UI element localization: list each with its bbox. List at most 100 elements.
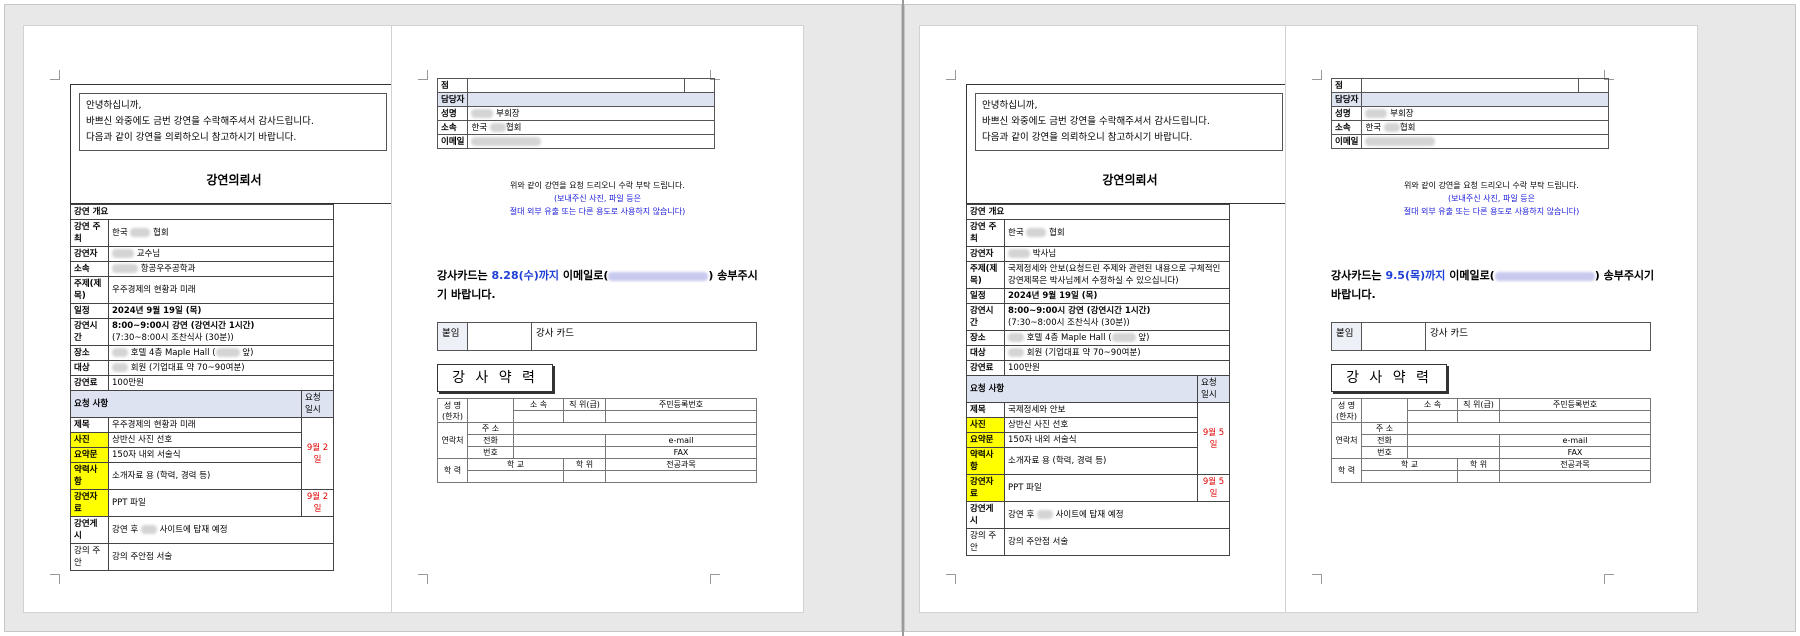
- cell[interactable]: [1499, 410, 1651, 423]
- photo-value[interactable]: 상반신 사진 선호: [1004, 417, 1198, 433]
- cell[interactable]: [467, 322, 532, 351]
- attachment-value[interactable]: 강사 카드: [531, 322, 757, 351]
- audience-label: 대상: [966, 345, 1005, 361]
- greeting-inner-box[interactable]: 안녕하십니까, 바쁘신 와중에도 금번 강연을 수락해주셔서 감사드립니다. 다…: [975, 93, 1283, 151]
- page-2: 점 담당자 성명 부회장 소속 한국 협회 이메일 위와 같이 강연을 요청 드리…: [1285, 25, 1698, 613]
- cell[interactable]: [513, 446, 606, 459]
- c-addr-label: 주 소: [1361, 422, 1408, 435]
- c-edu-label: 학 력: [437, 458, 468, 483]
- material-value[interactable]: PPT 파일: [1004, 474, 1198, 502]
- note-value[interactable]: 강의 주안점 서술: [108, 543, 334, 571]
- manager-value[interactable]: [1361, 92, 1609, 107]
- cell[interactable]: [467, 398, 514, 423]
- greeting-inner-box[interactable]: 안녕하십니까, 바쁘신 와중에도 금번 강연을 수락해주셔서 감사드립니다. 다…: [79, 93, 387, 151]
- posting-value[interactable]: 강연 후 사이트에 탑재 예정: [1004, 501, 1230, 529]
- due-date-2[interactable]: 9월 2일: [301, 489, 334, 517]
- topic-value[interactable]: 국제정세와 안보(요청드린 주제와 관련된 내용으로 구체적인 강연제목은 박사…: [1004, 261, 1230, 289]
- cell[interactable]: [1361, 322, 1426, 351]
- attachment-table[interactable]: 붙임 강사 카드: [437, 322, 757, 351]
- cell[interactable]: [513, 410, 564, 423]
- cell[interactable]: [467, 470, 564, 483]
- time-value[interactable]: 8:00~9:00시 강연 (강연시간 1시간) (7:30~8:00시 조찬식사…: [1004, 303, 1230, 331]
- audience-value[interactable]: 회원 (기업대표 약 70~90여분): [108, 360, 334, 376]
- cell[interactable]: [513, 422, 757, 435]
- bio-value[interactable]: 소개자료 용 (학력, 경력 등): [1004, 447, 1198, 475]
- lecture-request-table[interactable]: 강연 개요 강연 주최 한국 협회 강연자 교수님 소속 항공우주공학과 주제(…: [70, 204, 334, 571]
- cell[interactable]: [605, 470, 757, 483]
- attachment-table[interactable]: 붙임 강사 카드: [1331, 322, 1651, 351]
- due-date-2[interactable]: 9월 5일: [1197, 474, 1230, 502]
- cell[interactable]: [1407, 410, 1458, 423]
- cell[interactable]: [1457, 470, 1500, 483]
- manager-value[interactable]: [467, 92, 715, 107]
- career-table[interactable]: 성 명 (한자) 소 속 직 위(급) 주민등록번호 연락처 주 소 전화 e-m…: [1331, 398, 1651, 483]
- cell[interactable]: [1361, 78, 1579, 93]
- greeting-line: 다음과 같이 강연을 의뢰하오니 참고하시기 바랍니다.: [86, 132, 297, 143]
- career-title: 강 사 약 력: [437, 364, 553, 392]
- cell[interactable]: [1407, 434, 1500, 447]
- cell[interactable]: [1407, 422, 1651, 435]
- bio-label: 약력사항: [966, 447, 1005, 475]
- topic-value[interactable]: 우주경제의 현황과 미래: [108, 276, 334, 304]
- cell[interactable]: [563, 470, 606, 483]
- contact-table[interactable]: 점 담당자 성명 부회장 소속 한국 협회 이메일: [436, 78, 715, 149]
- due-date-1[interactable]: 9월 2일: [301, 417, 334, 490]
- cell[interactable]: [1457, 410, 1500, 423]
- material-label: 강연자료: [70, 489, 109, 517]
- name-value[interactable]: 부회장: [467, 106, 715, 121]
- cell[interactable]: [1578, 78, 1609, 93]
- cell[interactable]: [1361, 398, 1408, 423]
- attachment-label: 붙임: [437, 322, 468, 351]
- bio-value[interactable]: 소개자료 용 (학력, 경력 등): [108, 462, 302, 490]
- career-table[interactable]: 성 명 (한자) 소 속 직 위(급) 주민등록번호 연락처 주 소 전화 e-m…: [437, 398, 757, 483]
- date-value[interactable]: 2024년 9월 19일 (목): [1004, 288, 1230, 304]
- posting-value[interactable]: 강연 후 사이트에 탑재 예정: [108, 516, 334, 544]
- cell[interactable]: [684, 78, 715, 93]
- name-value[interactable]: 부회장: [1361, 106, 1609, 121]
- place-value[interactable]: 호텔 4층 Maple Hall ( 앞): [1004, 330, 1230, 346]
- place-value[interactable]: 호텔 4층 Maple Hall ( 앞): [108, 345, 334, 361]
- affiliation-label: 소속: [1330, 120, 1363, 135]
- fee-value[interactable]: 100만원: [1004, 360, 1230, 376]
- lecture-request-table[interactable]: 강연 개요 강연 주최 한국 협회 강연자 박사님 주제(제목) 국제정세와 안…: [966, 204, 1230, 556]
- time-value[interactable]: 8:00~9:00시 강연 (강연시간 1시간) (7:30~8:00시 조찬식사…: [108, 318, 334, 346]
- note-value[interactable]: 강의 주안점 서술: [1004, 528, 1230, 556]
- fee-value[interactable]: 100만원: [108, 375, 334, 391]
- audience-value[interactable]: 회원 (기업대표 약 70~90여분): [1004, 345, 1230, 361]
- speaker-value[interactable]: 교수님: [108, 246, 334, 262]
- speaker-value[interactable]: 박사님: [1004, 246, 1230, 262]
- contact-table[interactable]: 점 담당자 성명 부회장 소속 한국 협회 이메일: [1330, 78, 1609, 149]
- greeting-box[interactable]: 안녕하십니까, 바쁘신 와중에도 금번 강연을 수락해주셔서 감사드립니다. 다…: [966, 84, 1294, 204]
- email-value[interactable]: [1361, 134, 1609, 149]
- due-date-1[interactable]: 9월 5일: [1197, 402, 1230, 475]
- email-value[interactable]: [467, 134, 715, 149]
- fee-label: 강연료: [966, 360, 1005, 376]
- host-value[interactable]: 한국 협회: [1004, 219, 1230, 247]
- summary-value[interactable]: 150자 내외 서술식: [1004, 432, 1198, 448]
- cell[interactable]: [1407, 446, 1500, 459]
- c-pos-label: 직 위(급): [1457, 398, 1500, 411]
- attachment-label: 붙임: [1331, 322, 1362, 351]
- photo-value[interactable]: 상반신 사진 선호: [108, 432, 302, 448]
- cell[interactable]: [1499, 470, 1651, 483]
- cell[interactable]: [605, 410, 757, 423]
- summary-value[interactable]: 150자 내외 서술식: [108, 447, 302, 463]
- material-value[interactable]: PPT 파일: [108, 489, 302, 517]
- date-value[interactable]: 2024년 9월 19일 (목): [108, 303, 334, 319]
- greeting-box[interactable]: 안녕하십니까, 바쁘신 와중에도 금번 강연을 수락해주셔서 감사드립니다. 다…: [70, 84, 398, 204]
- cell[interactable]: [563, 410, 606, 423]
- affiliation-value[interactable]: 한국 협회: [467, 120, 715, 135]
- title-value[interactable]: 우주경제의 현황과 미래: [108, 417, 302, 433]
- crop-mark: [1312, 574, 1322, 584]
- c-rrn-label: 주민등록번호: [1499, 398, 1651, 411]
- affiliation-value[interactable]: 항공우주공학과: [108, 261, 334, 277]
- cell[interactable]: [467, 78, 685, 93]
- attachment-value[interactable]: 강사 카드: [1425, 322, 1651, 351]
- cell[interactable]: [513, 434, 606, 447]
- bio-label: 약력사항: [70, 462, 109, 490]
- c-degree-label: 학 위: [1457, 458, 1500, 471]
- cell[interactable]: [1361, 470, 1458, 483]
- affiliation-value[interactable]: 한국 협회: [1361, 120, 1609, 135]
- title-value[interactable]: 국제정세와 안보: [1004, 402, 1198, 418]
- host-value[interactable]: 한국 협회: [108, 219, 334, 247]
